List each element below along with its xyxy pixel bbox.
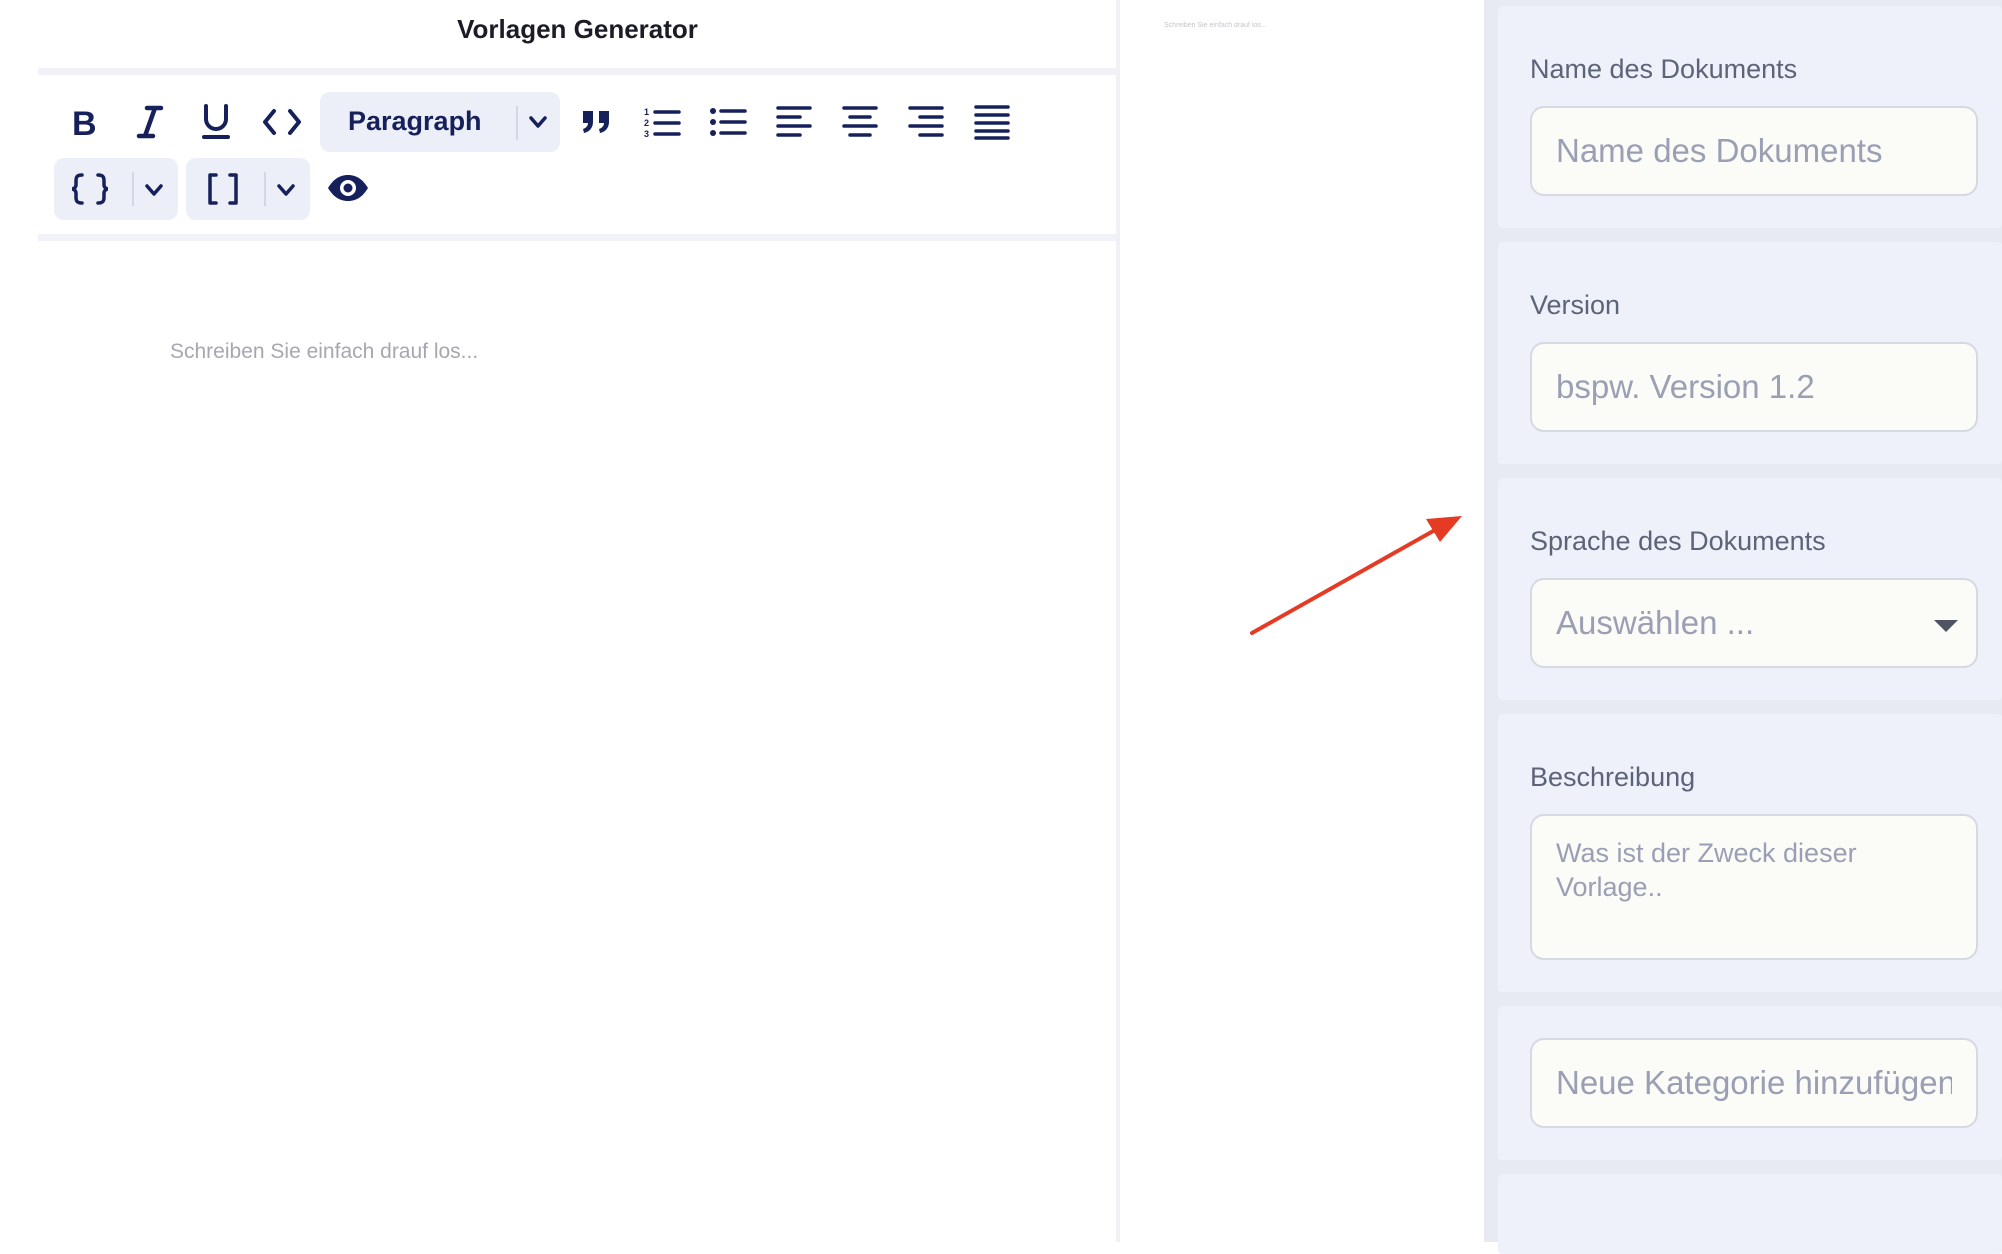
app-title: Vorlagen Generator [457, 14, 698, 44]
toolbar-top-divider [38, 68, 1116, 75]
italic-icon [136, 105, 164, 139]
underline-button[interactable] [186, 92, 246, 152]
align-right-icon [908, 106, 944, 137]
quote-icon [583, 111, 609, 133]
language-card: Sprache des Dokuments Auswählen ... [1498, 478, 2002, 700]
quote-button[interactable] [566, 92, 626, 152]
bold-button[interactable]: B [54, 92, 114, 152]
category-card [1498, 1006, 2002, 1160]
next-card [1498, 1174, 2002, 1254]
align-center-icon [842, 106, 878, 137]
align-left-button[interactable] [764, 92, 824, 152]
svg-text:2: 2 [644, 118, 649, 128]
editor-panel: Vorlagen Generator B Paragraph 1 2 3 Sch… [0, 0, 1116, 1242]
preview-text: Schreiben Sie einfach drauf los... [1164, 22, 1267, 29]
chevron-down-icon [145, 184, 163, 196]
description-textarea[interactable] [1530, 814, 1978, 960]
underline-icon [202, 104, 230, 139]
svg-text:B: B [72, 105, 97, 139]
document-name-input[interactable] [1530, 106, 1978, 196]
italic-button[interactable] [120, 92, 180, 152]
align-center-button[interactable] [830, 92, 890, 152]
align-right-button[interactable] [896, 92, 956, 152]
ordered-list-icon: 1 2 3 [644, 107, 681, 139]
variable-divider [132, 172, 134, 206]
align-justify-icon [974, 105, 1010, 140]
block-type-divider [516, 106, 518, 140]
block-type-select[interactable]: Paragraph [320, 92, 560, 152]
new-category-input[interactable] [1530, 1038, 1978, 1128]
chevron-down-icon [277, 184, 295, 196]
document-settings-panel: Name des Dokuments Version Sprache des D… [1484, 0, 2002, 1254]
version-input[interactable] [1530, 342, 1978, 432]
language-select-value: Auswählen ... [1556, 604, 1755, 641]
curly-braces-icon [71, 173, 109, 205]
variable-dropdown[interactable] [54, 158, 178, 220]
description-card: Beschreibung [1498, 714, 2002, 992]
name-label: Name des Dokuments [1530, 54, 1798, 84]
svg-text:1: 1 [644, 107, 649, 117]
chevron-down-icon [529, 116, 547, 128]
code-button[interactable] [252, 92, 312, 152]
version-label: Version [1530, 290, 1621, 320]
caret-down-icon [1934, 620, 1958, 632]
align-justify-button[interactable] [962, 92, 1022, 152]
eye-icon [328, 175, 368, 201]
language-select[interactable]: Auswählen ... [1530, 578, 1978, 668]
ordered-list-button[interactable]: 1 2 3 [632, 92, 692, 152]
language-label: Sprache des Dokuments [1530, 526, 1826, 556]
description-label: Beschreibung [1530, 762, 1696, 792]
placeholder-dropdown[interactable] [186, 158, 310, 220]
preview-button[interactable] [318, 158, 378, 218]
annotation-arrow [1250, 516, 1462, 635]
square-brackets-icon [208, 173, 238, 205]
bullet-list-button[interactable] [698, 92, 758, 152]
version-card: Version [1498, 242, 2002, 464]
align-left-icon [776, 106, 812, 137]
placeholder-divider [264, 172, 266, 206]
code-icon [263, 109, 301, 135]
bold-icon: B [72, 105, 97, 139]
block-type-label: Paragraph [348, 106, 482, 136]
svg-text:3: 3 [644, 129, 649, 139]
name-card: Name des Dokuments [1498, 6, 2002, 228]
editor-content-placeholder[interactable]: Schreiben Sie einfach drauf los... [170, 340, 478, 364]
toolbar-bottom-divider [38, 234, 1116, 241]
bullet-list-icon [710, 108, 747, 136]
